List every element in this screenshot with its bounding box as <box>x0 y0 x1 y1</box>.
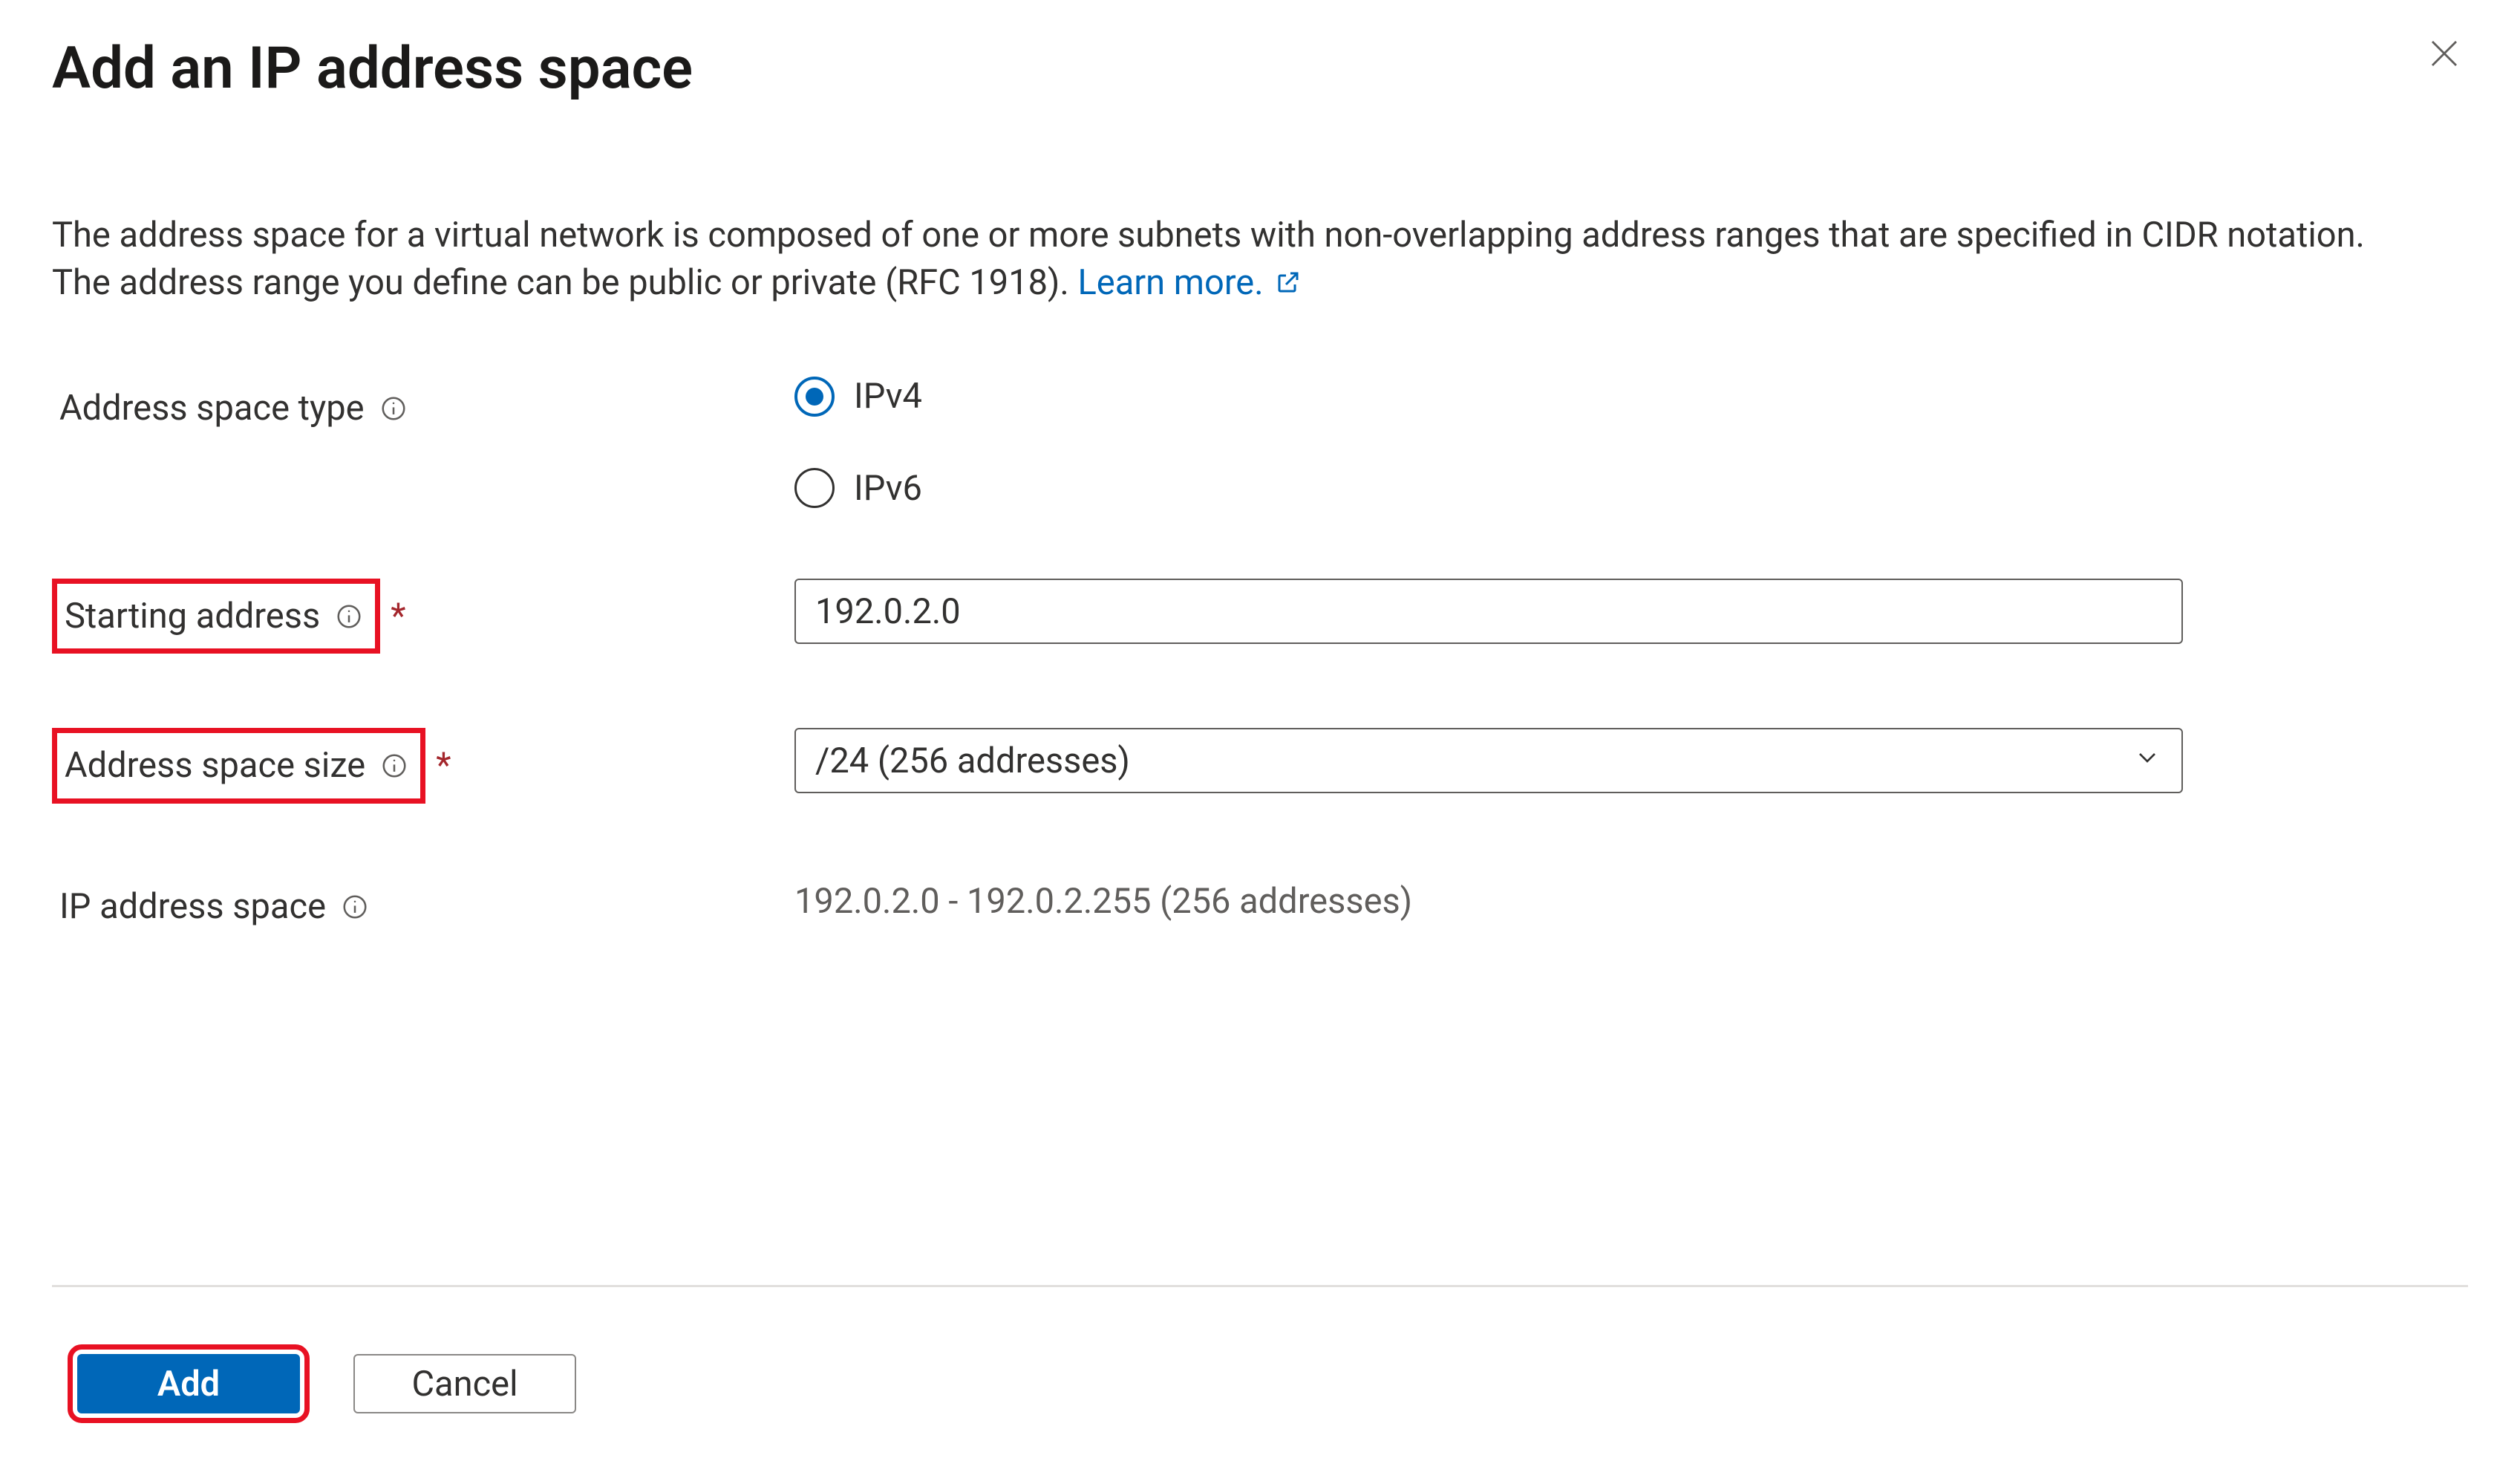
info-icon[interactable] <box>341 893 369 921</box>
close-button[interactable] <box>2421 30 2468 77</box>
address-space-type-label: Address space type <box>59 385 365 432</box>
starting-address-label: Starting address <box>65 593 320 639</box>
field-address-space-type: Address space type <box>52 367 2423 512</box>
radio-unselected-icon <box>794 468 835 508</box>
radio-selected-icon <box>794 377 835 417</box>
add-button[interactable]: Add <box>77 1354 300 1413</box>
panel-title: Add an IP address space <box>52 30 693 108</box>
required-marker: * <box>391 593 405 639</box>
footer-divider <box>52 1285 2468 1287</box>
learn-more-link[interactable]: Learn more. <box>1077 262 1302 303</box>
field-starting-address: Starting address * <box>52 579 2423 654</box>
external-link-icon <box>1275 261 1302 307</box>
radio-ipv6-label: IPv6 <box>854 465 922 512</box>
address-space-size-value: /24 (256 addresses) <box>815 738 1130 784</box>
address-space-size-dropdown[interactable]: /24 (256 addresses) <box>794 728 2183 793</box>
info-icon[interactable] <box>335 602 363 631</box>
learn-more-label: Learn more. <box>1077 262 1263 303</box>
field-ip-address-space: IP address space 192.0.2.0 - 192.0.2.255… <box>52 878 2423 936</box>
starting-address-input[interactable] <box>794 579 2183 644</box>
ip-address-space-value: 192.0.2.0 - 192.0.2.255 (256 addresses) <box>794 878 2183 925</box>
starting-address-highlight: Starting address <box>52 579 380 654</box>
info-icon[interactable] <box>379 394 408 423</box>
footer: Add Cancel <box>52 1285 2468 1413</box>
chevron-down-icon <box>2132 738 2162 784</box>
close-icon <box>2426 36 2462 71</box>
address-space-size-label: Address space size <box>65 742 365 789</box>
radio-ipv4-label: IPv4 <box>854 373 922 420</box>
required-marker: * <box>436 742 451 789</box>
panel-header: Add an IP address space <box>52 30 2468 212</box>
info-icon[interactable] <box>380 752 408 780</box>
radio-ipv6[interactable]: IPv6 <box>794 465 2183 512</box>
ip-address-space-label: IP address space <box>59 883 326 930</box>
field-address-space-size: Address space size * /24 (256 addresses) <box>52 728 2423 803</box>
address-space-size-highlight: Address space size <box>52 728 425 803</box>
radio-ipv4[interactable]: IPv4 <box>794 373 2183 420</box>
description-text: The address space for a virtual network … <box>52 212 2428 307</box>
cancel-button[interactable]: Cancel <box>353 1354 576 1413</box>
address-space-type-radio-group: IPv4 IPv6 <box>794 367 2183 512</box>
